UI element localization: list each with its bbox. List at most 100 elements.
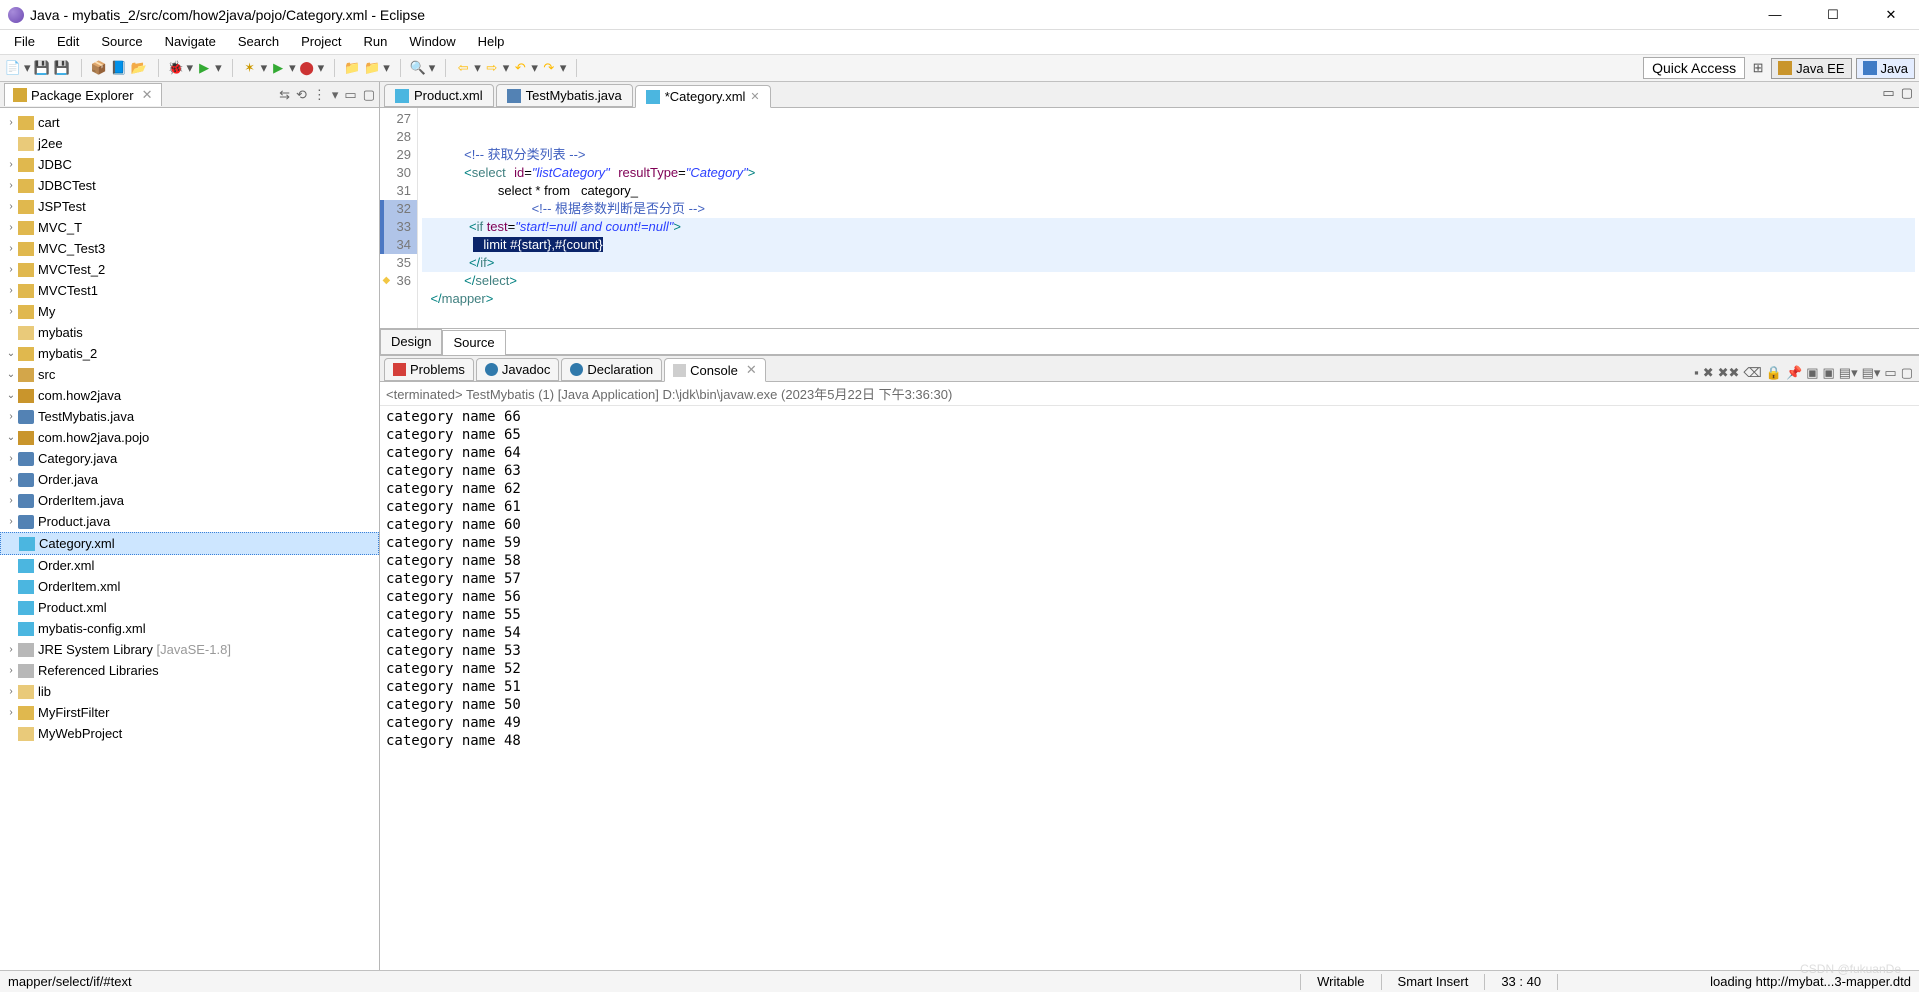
status-insert: Smart Insert <box>1398 974 1469 989</box>
open-type-icon[interactable]: 📂 <box>130 59 148 77</box>
clear-console-icon[interactable]: ⌫ <box>1743 365 1761 381</box>
menu-window[interactable]: Window <box>399 32 465 52</box>
menu-help[interactable]: Help <box>468 32 515 52</box>
coverage-icon[interactable]: ⬤ <box>298 59 316 77</box>
tab-product-xml[interactable]: Product.xml <box>384 84 494 107</box>
project-jsptest: ›JSPTest <box>0 196 379 217</box>
close-console-icon[interactable]: ✕ <box>746 362 757 378</box>
menu-file[interactable]: File <box>4 32 45 52</box>
project-mvct: ›MVC_T <box>0 217 379 238</box>
pin-console-icon[interactable]: 📌 <box>1786 365 1802 381</box>
new-icon[interactable]: 📄 <box>4 59 22 77</box>
menu-search[interactable]: Search <box>228 32 289 52</box>
forward-icon[interactable]: ↷ <box>540 59 558 77</box>
project-tree[interactable]: ›cart j2ee ›JDBC ›JDBCTest ›JSPTest ›MVC… <box>0 108 379 970</box>
file-orderjava: ›Order.java <box>0 469 379 490</box>
remove-launch-icon[interactable]: ▪ <box>1694 365 1699 381</box>
project-cart: ›cart <box>0 112 379 133</box>
menu-edit[interactable]: Edit <box>47 32 89 52</box>
remove-all-icon[interactable]: ✖ <box>1703 365 1714 381</box>
menu-navigate[interactable]: Navigate <box>155 32 226 52</box>
debug-icon[interactable]: 🐞 <box>167 59 185 77</box>
scroll-lock-icon[interactable]: 🔒 <box>1766 365 1782 381</box>
source-tab[interactable]: Source <box>442 330 505 355</box>
minimize-editor-icon[interactable]: ▭ <box>1882 85 1894 101</box>
status-path: mapper/select/if/#text <box>8 974 132 989</box>
file-categoryxml: Category.xml <box>0 532 379 555</box>
prev-annotation-icon[interactable]: ⇦ <box>454 59 472 77</box>
search-icon[interactable]: 🔍 <box>409 59 427 77</box>
run-ext-icon[interactable]: ▶ <box>269 59 287 77</box>
menu-icon[interactable]: ▾ <box>332 87 339 103</box>
menu-run[interactable]: Run <box>354 32 398 52</box>
window-title: Java - mybatis_2/src/com/how2java/pojo/C… <box>30 7 1755 23</box>
saveall-icon[interactable]: 💾 <box>53 59 71 77</box>
next-annotation-icon[interactable]: ⇨ <box>483 59 501 77</box>
show-console-icon[interactable]: ▣ <box>1806 365 1818 381</box>
new-folder-icon[interactable]: 📁 <box>343 59 361 77</box>
project-mybatis2: ⌄mybatis_2 <box>0 343 379 364</box>
save-icon[interactable]: 💾 <box>33 59 51 77</box>
minimize-bottom-icon[interactable]: ▭ <box>1884 365 1896 381</box>
console-output[interactable]: category name 66 category name 65 catego… <box>380 406 1919 970</box>
file-productjava: ›Product.java <box>0 511 379 532</box>
new-class-icon[interactable]: 📘 <box>110 59 128 77</box>
maximize-bottom-icon[interactable]: ▢ <box>1901 365 1913 381</box>
watermark: CSDN @fukuanDe <box>1800 962 1901 976</box>
back-icon[interactable]: ↶ <box>511 59 529 77</box>
link-editor-icon[interactable]: ⟲ <box>296 87 307 103</box>
tab-problems[interactable]: Problems <box>384 358 474 381</box>
menu-source[interactable]: Source <box>91 32 152 52</box>
tab-console[interactable]: Console✕ <box>664 358 766 382</box>
lib-folder: ›lib <box>0 681 379 702</box>
new-package-icon[interactable]: 📦 <box>90 59 108 77</box>
code-content[interactable]: <!-- 获取分类列表 --> <select id="listCategory… <box>418 108 1919 328</box>
ref-libraries: ›Referenced Libraries <box>0 660 379 681</box>
close-icon[interactable]: ✕ <box>142 87 153 103</box>
new-java-icon[interactable]: ✶ <box>241 59 259 77</box>
filter-icon[interactable]: ⋮ <box>313 87 326 103</box>
design-tab[interactable]: Design <box>380 329 442 354</box>
maximize-button[interactable]: ☐ <box>1813 7 1853 23</box>
tab-testmybatis[interactable]: TestMybatis.java <box>496 84 633 107</box>
status-position: 33 : 40 <box>1501 974 1541 989</box>
package-explorer-title: Package Explorer <box>31 88 134 103</box>
run-icon[interactable]: ▶ <box>195 59 213 77</box>
display-selected-icon[interactable]: ▣ <box>1822 365 1834 381</box>
new-file-icon[interactable]: 📁 <box>363 59 381 77</box>
close-button[interactable]: ✕ <box>1871 7 1911 23</box>
new-console-icon[interactable]: ▤▾ <box>1862 365 1881 381</box>
line-gutter: 27282930313233343536 <box>380 108 418 328</box>
project-jdbc: ›JDBC <box>0 154 379 175</box>
perspective-java[interactable]: Java <box>1856 58 1915 79</box>
src-folder: ⌄src <box>0 364 379 385</box>
collapse-all-icon[interactable]: ⇆ <box>279 87 290 103</box>
menu-project[interactable]: Project <box>291 32 351 52</box>
package-explorer-tab[interactable]: Package Explorer ✕ <box>4 83 162 106</box>
project-j2ee: j2ee <box>0 133 379 154</box>
perspective-java-ee[interactable]: Java EE <box>1771 58 1851 79</box>
file-productxml: Product.xml <box>0 597 379 618</box>
open-console-icon[interactable]: ▤▾ <box>1839 365 1858 381</box>
code-editor[interactable]: 27282930313233343536 <!-- 获取分类列表 --> <se… <box>380 108 1919 329</box>
project-my: ›My <box>0 301 379 322</box>
editor-area: Product.xml TestMybatis.java *Category.x… <box>380 82 1919 970</box>
project-mvctest1: ›MVCTest1 <box>0 280 379 301</box>
editor-mode-tabs: Design Source <box>380 329 1919 355</box>
open-perspective-icon[interactable]: ⊞ <box>1749 59 1767 77</box>
project-mywebproject: MyWebProject <box>0 723 379 744</box>
project-mybatis: mybatis <box>0 322 379 343</box>
remove-all-terminated-icon[interactable]: ✖✖ <box>1718 365 1740 381</box>
tab-declaration[interactable]: Declaration <box>561 358 662 381</box>
tab-javadoc[interactable]: Javadoc <box>476 358 559 381</box>
eclipse-icon <box>8 7 24 23</box>
quick-access[interactable]: Quick Access <box>1643 57 1745 79</box>
minimize-button[interactable]: — <box>1755 7 1795 23</box>
file-orderitemjava: ›OrderItem.java <box>0 490 379 511</box>
maximize-view-icon[interactable]: ▢ <box>363 87 375 103</box>
close-tab-icon[interactable]: ✕ <box>750 90 759 103</box>
maximize-editor-icon[interactable]: ▢ <box>1901 85 1913 101</box>
file-orderxml: Order.xml <box>0 555 379 576</box>
tab-category-xml[interactable]: *Category.xml✕ <box>635 85 771 108</box>
minimize-view-icon[interactable]: ▭ <box>344 87 356 103</box>
